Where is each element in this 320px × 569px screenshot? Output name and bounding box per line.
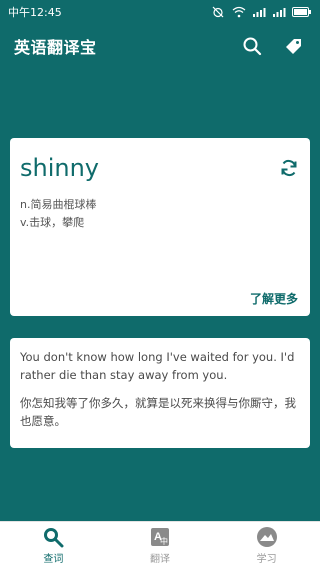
sentence-english: You don't know how long I've waited for …	[20, 350, 295, 382]
app-actions	[240, 34, 306, 58]
sentence-chinese: 你怎知我等了你多久，就算是以死来换得与你厮守，我也愿意。	[20, 396, 296, 428]
word-card: shinny n.简易曲棍球棒 v.击球，攀爬 了解更多	[10, 138, 310, 316]
nav-item-learn[interactable]: 学习	[213, 522, 320, 569]
definitions: n.简易曲棍球棒 v.击球，攀爬	[20, 196, 300, 232]
learn-more-link[interactable]: 了解更多	[250, 290, 298, 307]
nav-label-lookup: 查词	[43, 554, 64, 565]
word-text: shinny	[20, 154, 100, 182]
search-icon[interactable]	[240, 34, 264, 58]
sentence-card: You don't know how long I've waited for …	[10, 338, 310, 448]
refresh-icon[interactable]	[278, 157, 300, 179]
bottom-nav: 查词 A中 翻译 学习	[0, 521, 320, 569]
signal-icon	[252, 6, 266, 18]
word-row: shinny	[20, 154, 300, 182]
nav-label-learn: 学习	[256, 554, 277, 565]
learn-icon	[256, 526, 278, 548]
status-icons	[212, 6, 312, 18]
alarm-off-icon	[212, 6, 226, 18]
tag-icon[interactable]	[282, 34, 306, 58]
app-title: 英语翻译宝	[14, 38, 97, 57]
nav-label-translate: 翻译	[150, 554, 170, 565]
signal-icon-2	[272, 6, 286, 18]
translate-icon: A中	[149, 526, 171, 548]
nav-item-lookup[interactable]: 查词	[0, 522, 107, 569]
svg-text:中: 中	[160, 536, 168, 546]
nav-item-translate[interactable]: A中 翻译	[107, 522, 214, 569]
search-icon	[42, 526, 64, 548]
status-bar: 中午12:45	[0, 0, 320, 24]
battery-icon	[292, 6, 312, 18]
wifi-icon	[232, 6, 246, 18]
app-bar: 英语翻译宝	[0, 24, 320, 68]
definition-item: v.击球，攀爬	[20, 216, 85, 229]
definition-item: n.简易曲棍球棒	[20, 198, 97, 211]
status-time: 中午12:45	[8, 6, 62, 19]
